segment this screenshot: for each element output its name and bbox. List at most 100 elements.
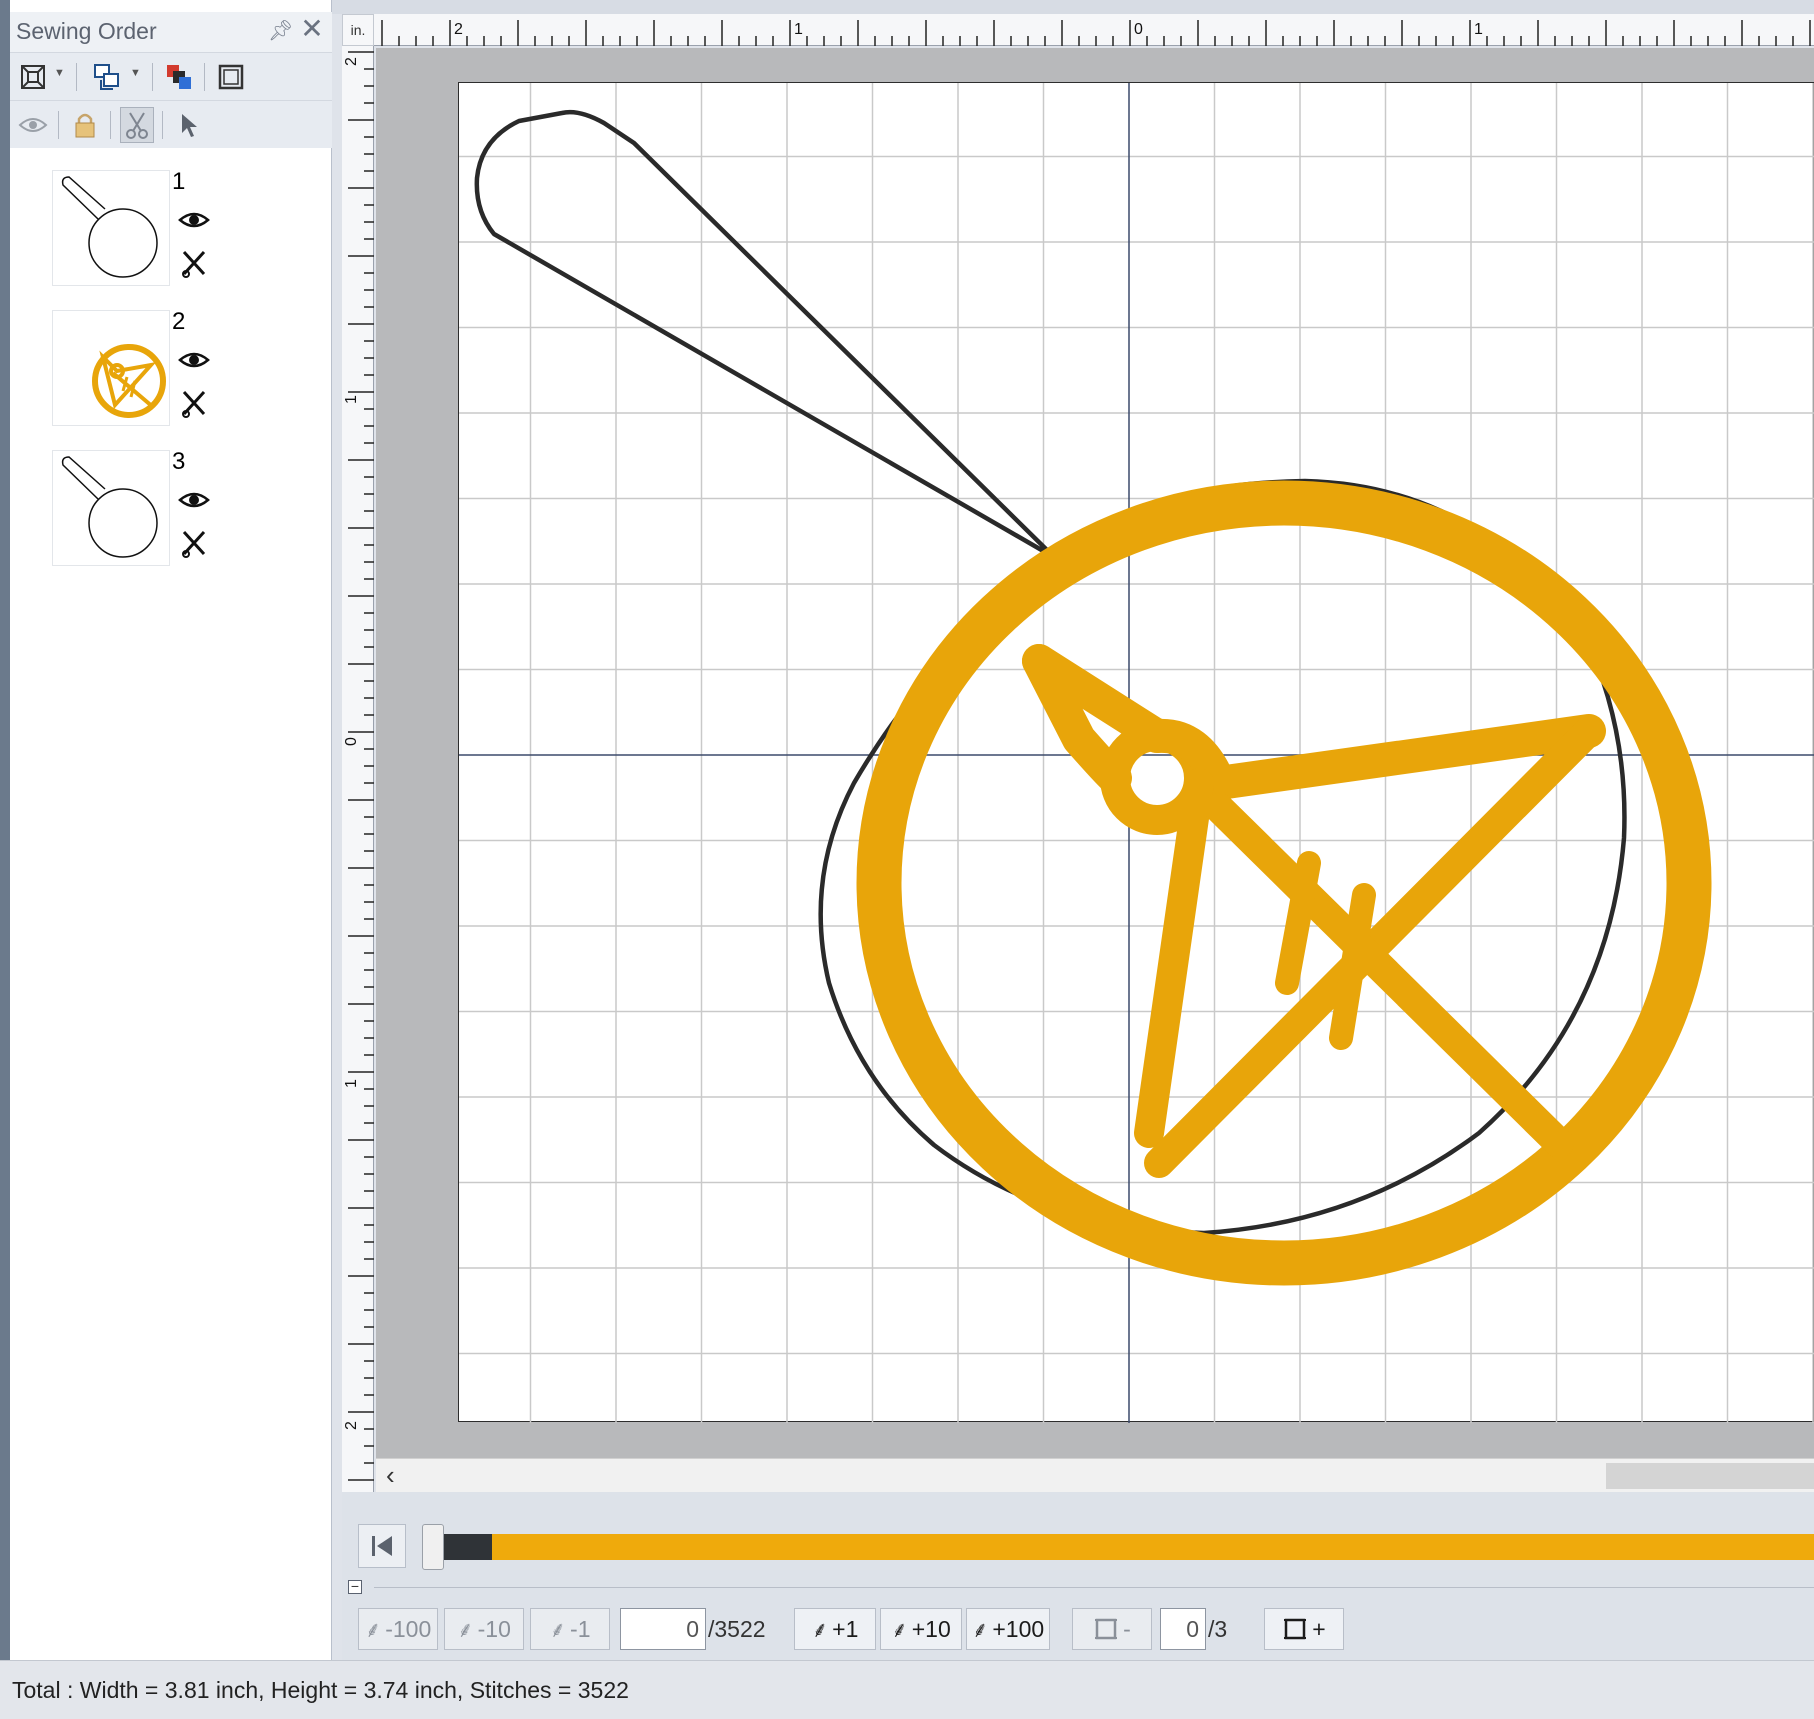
needle-icon: ⸙ (364, 1618, 382, 1643)
toolbar-divider (152, 63, 153, 91)
ruler-label: 2 (343, 57, 360, 66)
color-blocks-icon (167, 65, 191, 89)
needle-icon: ⸙ (811, 1618, 829, 1643)
fit-view-button[interactable] (16, 59, 50, 95)
vertical-ruler: 2 1 0 1 2 (342, 46, 374, 1498)
pin-icon[interactable]: 📌︎ (268, 18, 293, 44)
toolbar-divider (58, 111, 59, 139)
forward-10-button[interactable]: ⸙ +10 (880, 1608, 962, 1650)
ruler-label: 1 (1474, 21, 1483, 38)
status-text: Total : Width = 3.81 inch, Height = 3.74… (12, 1677, 629, 1703)
needle-icon: ⸙ (549, 1618, 567, 1643)
go-to-start-button[interactable] (358, 1524, 406, 1568)
visibility-toggle[interactable] (16, 107, 50, 143)
object-thumbnail (52, 450, 170, 566)
outline-thumbnail-icon (61, 176, 158, 278)
ruler-label: 2 (454, 21, 463, 38)
chevron-left-icon[interactable]: ‹ (386, 1461, 410, 1489)
stitch-count-input[interactable]: 0 (620, 1608, 706, 1650)
forward-100-button[interactable]: ⸙ +100 (966, 1608, 1050, 1650)
back-10-button[interactable]: ⸙ -10 (444, 1608, 524, 1650)
group-button[interactable] (90, 59, 124, 95)
trim-toggle[interactable] (120, 107, 154, 143)
sequence-item[interactable]: 2 (50, 306, 330, 430)
chevron-down-icon[interactable]: ▼ (130, 67, 142, 87)
toolbar-divider (76, 63, 77, 91)
back-10-label: -10 (477, 1615, 511, 1642)
hoop-frame-icon (1284, 1618, 1307, 1640)
forward-1-label: +1 (832, 1615, 859, 1642)
needle-icon: ⸙ (457, 1618, 474, 1643)
lock-toggle[interactable] (68, 107, 102, 143)
toolbar-divider (162, 111, 163, 139)
ruler-label: 1 (794, 21, 803, 38)
chevron-down-icon[interactable]: ▼ (54, 67, 66, 87)
horizontal-ruler: 2 1 0 1 (374, 14, 1814, 46)
trim-scissors-icon[interactable] (180, 248, 208, 278)
outline-thumbnail-icon (61, 456, 158, 558)
panel-header: Sewing Order 📌︎ ✕ (10, 12, 332, 52)
sequence-item[interactable]: 3 (50, 446, 330, 570)
previous-color-button[interactable]: - (1072, 1608, 1152, 1650)
sequence-number: 1 (172, 168, 186, 195)
status-bar: Total : Width = 3.81 inch, Height = 3.74… (0, 1660, 1814, 1719)
desktop-edge-strip (0, 0, 10, 1660)
trim-scissors-icon[interactable] (180, 528, 208, 558)
window-top-strip (332, 0, 1814, 14)
stitch-progress-bar[interactable] (444, 1534, 1814, 1560)
stitch-total: /3522 (708, 1616, 766, 1642)
gold-emblem[interactable] (856, 480, 1712, 1286)
hoop-frame-icon (1095, 1618, 1118, 1640)
panel-toolbar-bottom (10, 100, 332, 148)
ruler-label: 1 (343, 1079, 360, 1088)
close-icon[interactable]: ✕ (298, 14, 326, 44)
color-plus-label: + (1312, 1615, 1326, 1642)
lock-icon (75, 113, 95, 138)
panel-toolbar-top: ▼ ▼ (10, 52, 332, 100)
fit-view-icon (21, 65, 45, 89)
sequence-item[interactable]: 1 (50, 166, 330, 290)
ruler-label: 0 (343, 737, 360, 746)
color-total: /3 (1208, 1616, 1228, 1642)
object-thumbnail (52, 170, 170, 286)
back-100-button[interactable]: ⸙ -100 (358, 1608, 438, 1650)
eye-icon[interactable] (178, 348, 210, 372)
collapse-minus-icon[interactable]: − (348, 1579, 362, 1594)
hoop-canvas[interactable] (458, 82, 1814, 1423)
group-objects-icon (94, 64, 119, 90)
eye-icon (18, 118, 48, 132)
select-tool[interactable] (172, 107, 206, 143)
sewing-order-panel: Sewing Order 📌︎ ✕ ▼ ▼ 1 2 3 (0, 0, 332, 1660)
color-sort-button[interactable] (162, 59, 196, 95)
hoop-button[interactable] (214, 59, 248, 95)
toolbar-divider (204, 63, 205, 91)
sequence-number: 2 (172, 308, 186, 335)
color-count-input[interactable]: 0 (1160, 1608, 1206, 1650)
emblem-thumbnail-icon (92, 344, 166, 418)
scissors-icon (126, 112, 148, 139)
back-1-button[interactable]: ⸙ -1 (530, 1608, 610, 1650)
scrollbar-thumb[interactable] (1606, 1463, 1814, 1489)
progress-slider-handle[interactable] (422, 1524, 444, 1570)
forward-1-button[interactable]: ⸙ +1 (794, 1608, 876, 1650)
eye-icon[interactable] (178, 488, 210, 512)
ruler-label: 0 (1134, 21, 1143, 38)
horizontal-scrollbar[interactable]: ‹ (376, 1458, 1814, 1492)
back-1-label: -1 (570, 1615, 591, 1642)
toolbar-divider (110, 111, 111, 139)
skip-to-start-icon (372, 1536, 392, 1556)
eye-icon[interactable] (178, 208, 210, 232)
needle-icon: ⸙ (891, 1618, 908, 1643)
stitch-simulator: − ⸙ -100 ⸙ -10 ⸙ -1 0 /3522 ⸙ +1 ⸙ +10 ⸙ +100 … (342, 1492, 1814, 1660)
back-100-label: -100 (385, 1615, 432, 1642)
panel-title: Sewing Order (16, 18, 157, 44)
progress-fill (444, 1534, 492, 1560)
hoop-frame-icon (218, 64, 244, 90)
ruler-unit[interactable]: in. (342, 14, 374, 46)
simulator-divider (374, 1587, 1814, 1588)
trim-scissors-icon[interactable] (180, 388, 208, 418)
object-thumbnail (52, 310, 170, 426)
sequence-number: 3 (172, 448, 186, 475)
next-color-button[interactable]: + (1264, 1608, 1344, 1650)
color-minus-label: - (1123, 1615, 1131, 1642)
